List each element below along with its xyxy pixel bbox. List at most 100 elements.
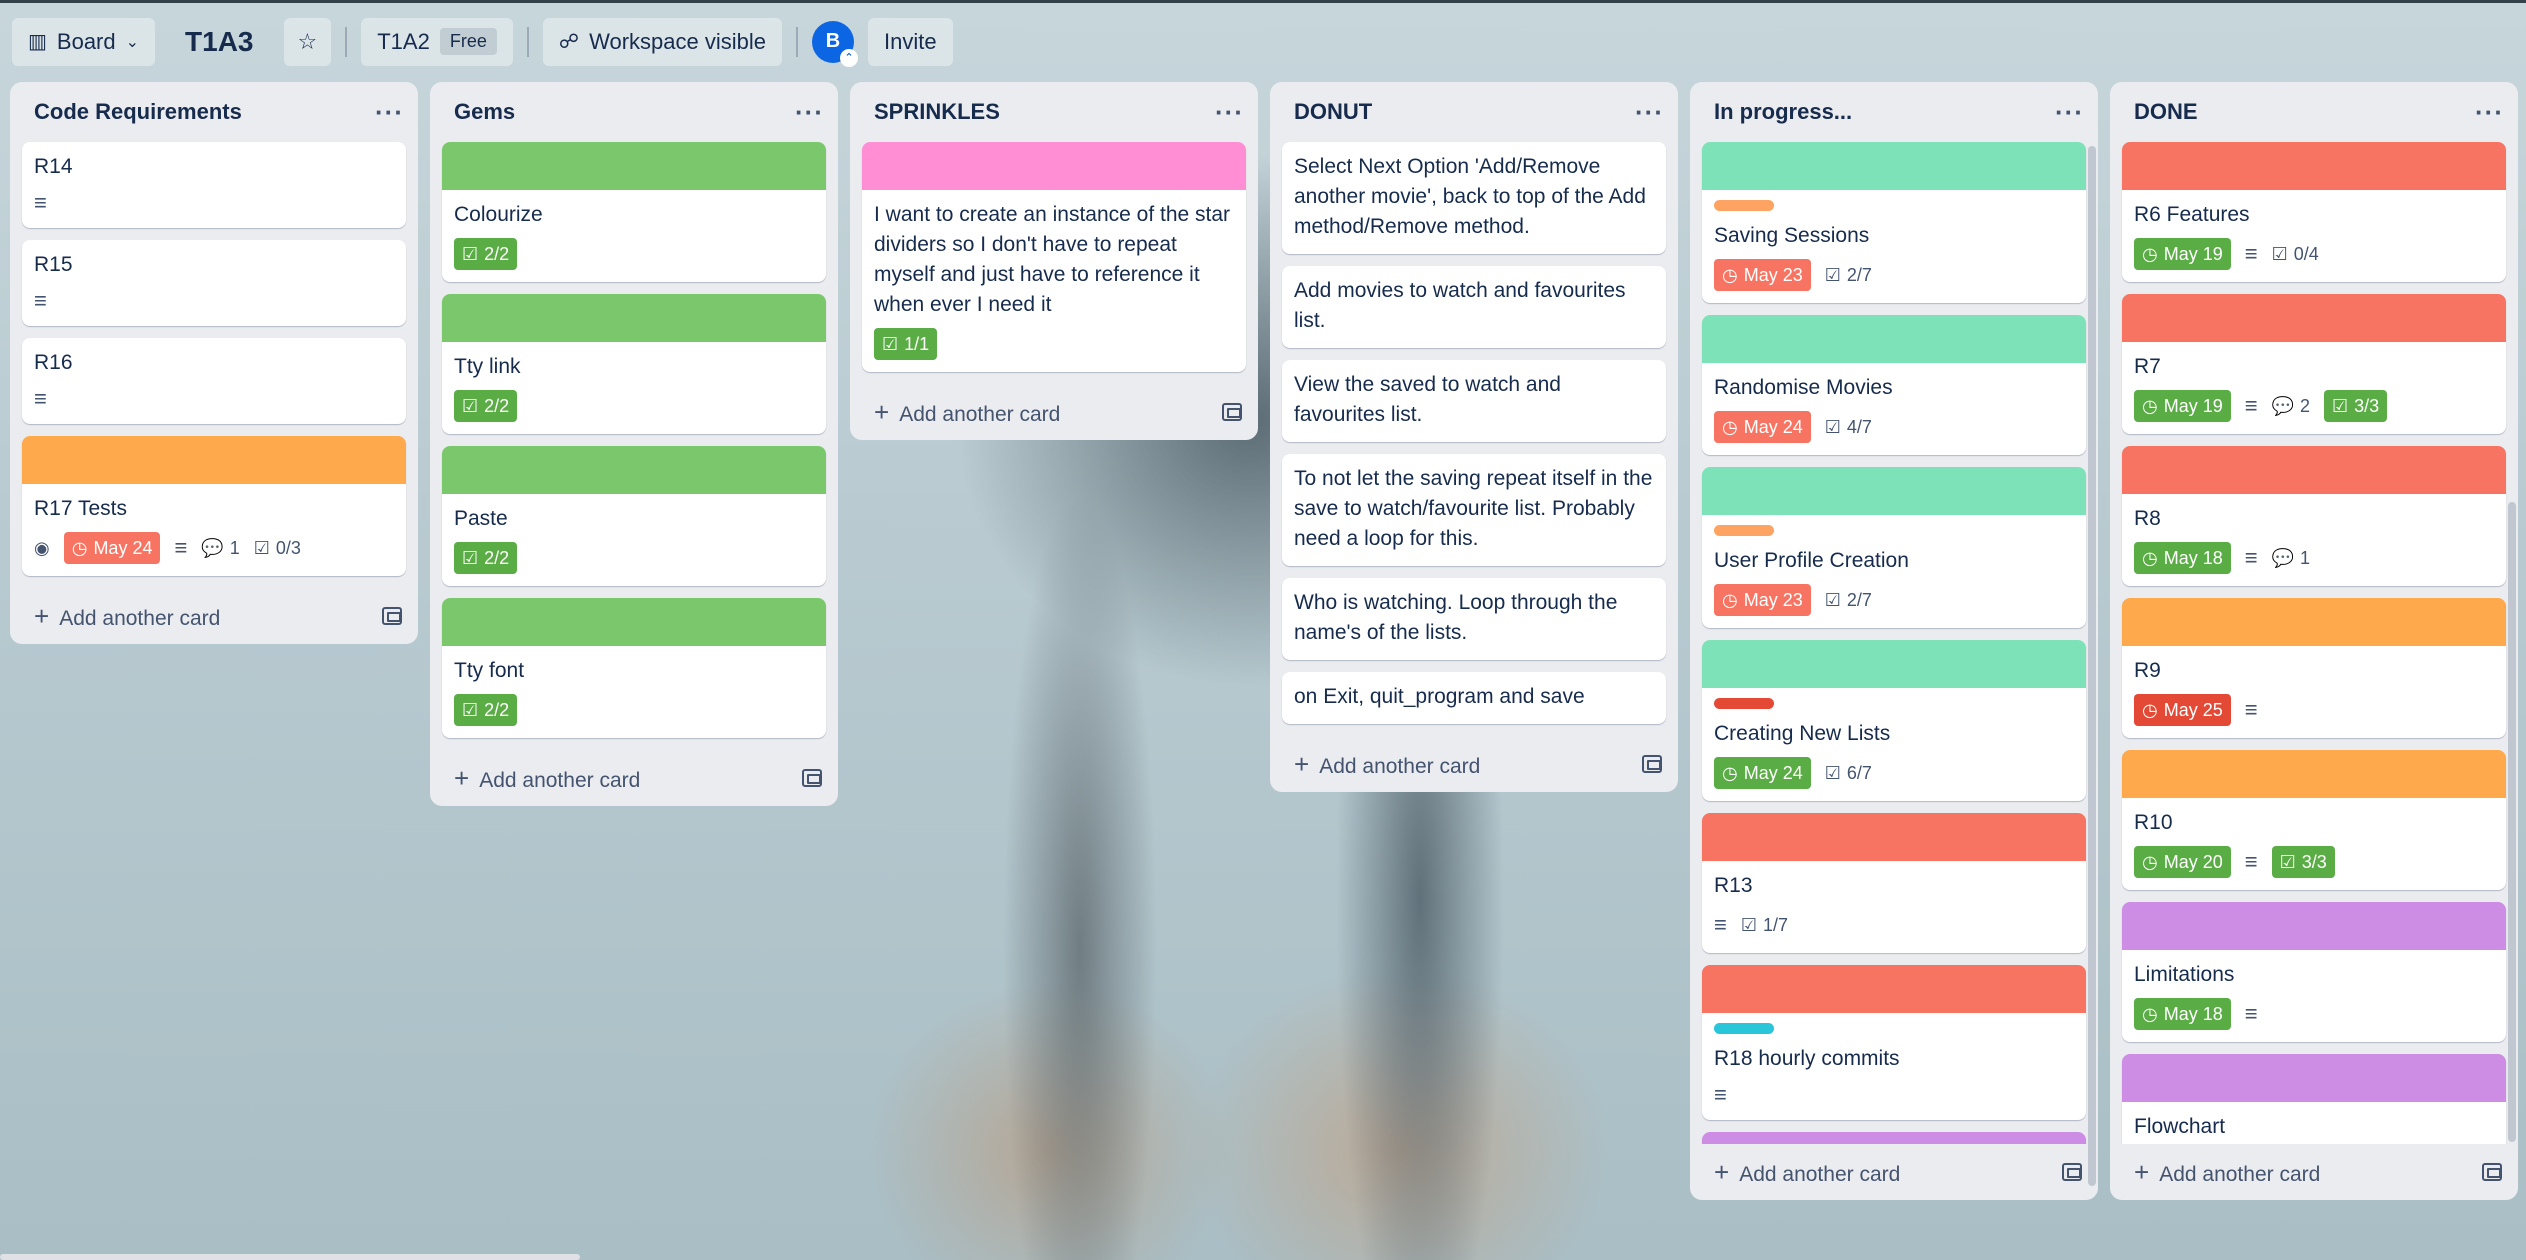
due-date-badge[interactable]: ◷ May 24 [63, 532, 161, 564]
add-card-button[interactable]: + Add another card [1270, 736, 1678, 792]
add-card-button[interactable]: + Add another card [10, 588, 418, 644]
due-date-badge[interactable]: ◷ May 24 [1714, 411, 1811, 443]
card-label[interactable] [1714, 698, 1774, 709]
card[interactable]: Flowchart◷May 18☑2/2 [2122, 1054, 2506, 1144]
card[interactable]: R14 ≡ [22, 142, 406, 228]
list-title[interactable]: Code Requirements [34, 99, 242, 125]
card[interactable]: R15 ≡ [22, 240, 406, 326]
card-label[interactable] [1714, 200, 1774, 211]
list-scrollbar[interactable] [2088, 146, 2096, 1186]
invite-button[interactable]: Invite [868, 17, 953, 66]
card[interactable]: User Profile Creation ◷ May 23 ☑ 2/7 [1702, 467, 2086, 628]
card[interactable]: Tty link ☑ 2/2 [442, 294, 826, 434]
card[interactable]: R10 ◷ May 20 ≡ ☑ 3/3 [2122, 750, 2506, 890]
add-card-button[interactable]: + Add another card [1690, 1144, 2098, 1200]
card-title: Select Next Option 'Add/Remove another m… [1294, 155, 1646, 238]
card[interactable]: Creating New Lists ◷ May 24 ☑ 6/7 [1702, 640, 2086, 801]
card[interactable]: Limitations ◷ May 18 ≡ [2122, 902, 2506, 1042]
card[interactable]: R8 ◷ May 18 ≡ 💬 1 [2122, 446, 2506, 586]
template-icon[interactable] [1222, 403, 1242, 421]
template-icon[interactable] [1642, 755, 1662, 773]
workspace-button[interactable]: T1A2 Free [361, 17, 513, 66]
more-options-icon[interactable]: ··· [375, 97, 404, 128]
more-options-icon[interactable]: ··· [795, 97, 824, 128]
add-card-button[interactable]: + Add another card [430, 750, 838, 806]
list-title[interactable]: SPRINKLES [874, 99, 1000, 125]
card[interactable]: View the saved to watch and favourites l… [1282, 360, 1666, 442]
card-badges: ☑ 2/2 [454, 542, 814, 574]
list-title[interactable]: DONUT [1294, 99, 1372, 125]
add-card-button[interactable]: + Add another card [850, 384, 1258, 440]
card[interactable]: on Exit, quit_program and save [1282, 672, 1666, 724]
card[interactable]: Select Next Option 'Add/Remove another m… [1282, 142, 1666, 254]
card-body: Saving Sessions ◷ May 23 ☑ 2/7 [1702, 190, 2086, 303]
list-header: In progress... ··· [1690, 82, 2098, 142]
horizontal-scrollbar[interactable] [0, 1254, 580, 1260]
more-options-icon[interactable]: ··· [2055, 97, 2084, 128]
more-options-icon[interactable]: ··· [1215, 97, 1244, 128]
more-options-icon[interactable]: ··· [2475, 97, 2504, 128]
more-options-icon[interactable]: ··· [1635, 97, 1664, 128]
card[interactable]: Refine Sh... [1702, 1132, 2086, 1144]
card-badges: ◷ May 18 ≡ 💬 1 [2134, 542, 2494, 574]
due-date-badge[interactable]: ◷ May 18 [2134, 542, 2231, 574]
card[interactable]: Who is watching. Loop through the name's… [1282, 578, 1666, 660]
card[interactable]: Paste ☑ 2/2 [442, 446, 826, 586]
list-title[interactable]: Gems [454, 99, 515, 125]
card[interactable]: I want to create an instance of the star… [862, 142, 1246, 372]
due-date-badge[interactable]: ◷ May 19 [2134, 238, 2231, 270]
due-date-badge[interactable]: ◷ May 20 [2134, 846, 2231, 878]
due-date-badge[interactable]: ◷ May 25 [2134, 694, 2231, 726]
card-body: R17 Tests ◉ ◷ May 24 ≡ 💬 1 ☑ 0/3 [22, 484, 406, 576]
board-title[interactable]: T1A3 [169, 26, 269, 58]
template-icon[interactable] [802, 769, 822, 787]
card[interactable]: Add movies to watch and favourites list. [1282, 266, 1666, 348]
card-label[interactable] [1714, 1023, 1774, 1034]
star-board-button[interactable]: ☆ [283, 17, 332, 66]
card[interactable]: To not let the saving repeat itself in t… [1282, 454, 1666, 566]
card[interactable]: R18 hourly commits ≡ [1702, 965, 2086, 1120]
board-view-switcher[interactable]: ▥ Board ⌄ [12, 17, 156, 66]
checklist-count: 3/3 [2354, 395, 2380, 416]
template-icon[interactable] [2062, 1163, 2082, 1181]
card-body: on Exit, quit_program and save [1282, 672, 1666, 724]
card[interactable]: R9 ◷ May 25 ≡ [2122, 598, 2506, 738]
template-icon[interactable] [382, 607, 402, 625]
card[interactable]: Tty font ☑ 2/2 [442, 598, 826, 738]
card-list: R6 Features ◷ May 19 ≡ ☑ 0/4 R7 ◷ May 19 ≡ 💬 2 ☑ 3/3 R… [2110, 142, 2518, 1144]
checkbox-icon: ☑ [462, 699, 479, 720]
plus-icon: + [34, 600, 50, 631]
card[interactable]: Randomise Movies ◷ May 24 ☑ 4/7 [1702, 315, 2086, 455]
card[interactable]: R16 ≡ [22, 338, 406, 424]
card[interactable]: R6 Features ◷ May 19 ≡ ☑ 0/4 [2122, 142, 2506, 282]
checkbox-icon: ☑ [1824, 762, 1841, 783]
card-label[interactable] [1714, 525, 1774, 536]
checklist-count: 2/7 [1846, 589, 1872, 610]
add-card-button[interactable]: + Add another card [2110, 1144, 2518, 1200]
card-badges: ☑ 2/2 [454, 390, 814, 422]
card[interactable]: Colourize ☑ 2/2 [442, 142, 826, 282]
due-date-badge[interactable]: ◷ May 19 [2134, 390, 2231, 422]
visibility-button[interactable]: ☍ Workspace visible [542, 17, 782, 66]
due-date-badge[interactable]: ◷ May 23 [1714, 259, 1811, 291]
card[interactable]: R7 ◷ May 19 ≡ 💬 2 ☑ 3/3 [2122, 294, 2506, 434]
checklist-count: 6/7 [1846, 762, 1872, 783]
comments-badge: 💬 1 [2272, 542, 2310, 574]
card[interactable]: R13 ≡ ☑ 1/7 [1702, 813, 2086, 953]
avatar[interactable]: B ⌃ [812, 20, 858, 67]
card-body: R6 Features ◷ May 19 ≡ ☑ 0/4 [2122, 190, 2506, 282]
card-body: I want to create an instance of the star… [862, 190, 1246, 372]
due-date-badge[interactable]: ◷ May 24 [1714, 757, 1811, 789]
due-date-badge[interactable]: ◷ May 23 [1714, 584, 1811, 616]
template-icon[interactable] [2482, 1163, 2502, 1181]
list-title[interactable]: In progress... [1714, 99, 1852, 125]
checklist-badge: ☑ 1/7 [1741, 909, 1788, 941]
due-date-badge[interactable]: ◷ May 18 [2134, 998, 2231, 1030]
plus-icon: + [454, 762, 470, 793]
card[interactable]: Saving Sessions ◷ May 23 ☑ 2/7 [1702, 142, 2086, 303]
card[interactable]: R17 Tests ◉ ◷ May 24 ≡ 💬 1 ☑ 0/3 [22, 436, 406, 576]
card-title: Flowchart [2134, 1115, 2226, 1138]
list-title[interactable]: DONE [2134, 99, 2198, 125]
card-body: R14 ≡ [22, 142, 406, 228]
list-scrollbar[interactable] [2508, 502, 2516, 1142]
